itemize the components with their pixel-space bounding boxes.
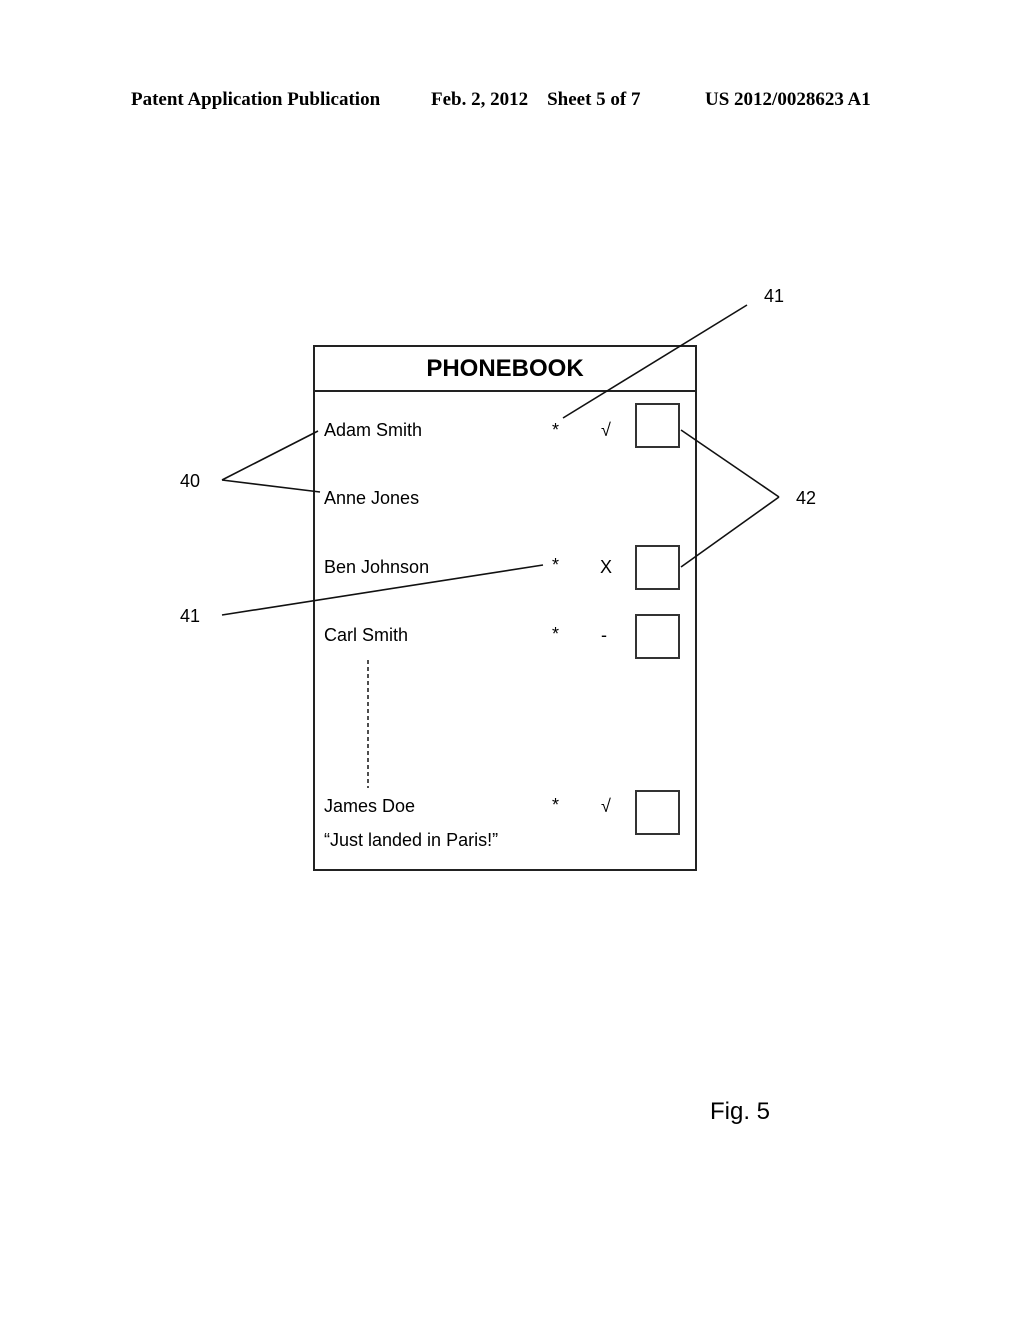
contact-name[interactable]: James Doe: [324, 797, 415, 815]
contact-checkbox[interactable]: [635, 403, 680, 448]
status-message: “Just landed in Paris!”: [324, 830, 499, 850]
contact-marker: *: [552, 555, 560, 575]
reference-numeral-41: 41: [764, 286, 785, 306]
status-icon: -: [601, 625, 607, 645]
contact-name[interactable]: Adam Smith: [324, 421, 422, 439]
contact-name[interactable]: Anne Jones: [324, 489, 419, 507]
figure-label: Fig. 5: [710, 1098, 771, 1125]
leader-line-40-b: [221, 479, 321, 493]
contact-checkbox[interactable]: [635, 614, 680, 659]
reference-numeral-41: 41: [180, 606, 201, 626]
contact-marker: *: [552, 624, 560, 644]
leader-line-40-a: [221, 430, 319, 481]
contact-marker: *: [552, 420, 560, 440]
phonebook-title: PHONEBOOK: [315, 347, 695, 392]
contact-name[interactable]: Carl Smith: [324, 626, 408, 644]
reference-numeral-42: 42: [796, 488, 817, 508]
status-icon: X: [600, 557, 613, 577]
publication-date-sheet: Feb. 2, 2012 Sheet 5 of 7: [431, 89, 641, 110]
contact-marker: *: [552, 795, 560, 815]
status-icon: √: [601, 420, 611, 440]
publication-number: US 2012/0028623 A1: [705, 89, 871, 110]
contact-name[interactable]: Ben Johnson: [324, 558, 429, 576]
status-icon: √: [601, 796, 611, 816]
publication-type: Patent Application Publication: [131, 89, 381, 110]
reference-numeral-40: 40: [180, 471, 201, 491]
contact-checkbox[interactable]: [635, 545, 680, 590]
contact-checkbox[interactable]: [635, 790, 680, 835]
